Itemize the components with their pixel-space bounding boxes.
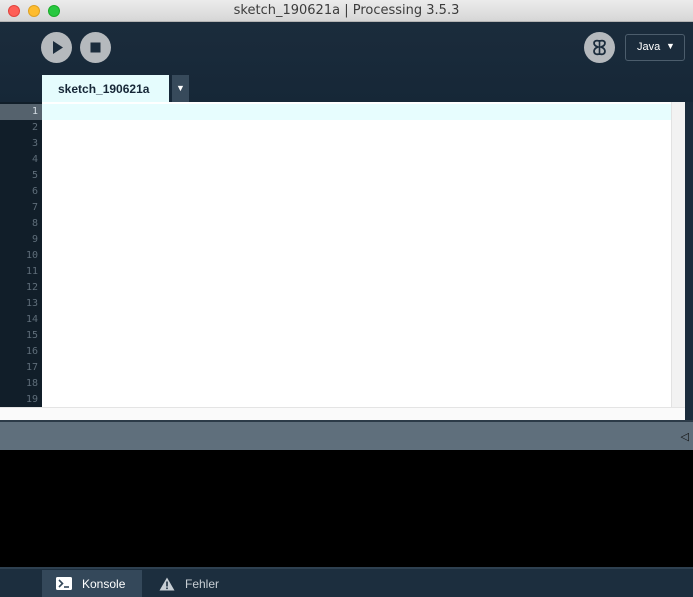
line-number: 15 <box>25 330 38 341</box>
line-number: 4 <box>31 154 38 165</box>
line-number: 10 <box>25 250 38 261</box>
chevron-down-icon: ▼ <box>666 41 675 51</box>
run-button[interactable] <box>41 32 72 63</box>
line-number: 14 <box>25 314 38 325</box>
terminal-icon <box>56 577 72 590</box>
collapse-console-icon[interactable]: ◁ <box>681 430 689 443</box>
tab-sketch[interactable]: sketch_190621a <box>42 75 169 102</box>
current-line-highlight <box>42 104 671 120</box>
debug-button[interactable] <box>584 32 615 63</box>
stop-icon <box>90 42 101 53</box>
line-number: 16 <box>25 346 38 357</box>
console-divider[interactable]: ◁ <box>0 420 693 450</box>
line-number-gutter: 1 2 3 4 5 6 7 8 9 10 11 12 13 14 15 16 17 18 19 <box>0 102 42 407</box>
butterfly-debugger-icon <box>593 39 606 56</box>
errors-tab-label: Fehler <box>185 577 220 591</box>
stop-button[interactable] <box>80 32 111 63</box>
line-number: 2 <box>31 122 38 133</box>
line-number: 6 <box>31 186 38 197</box>
line-number: 9 <box>31 234 38 245</box>
line-number: 12 <box>25 282 38 293</box>
line-number: 18 <box>25 378 38 389</box>
window-title: sketch_190621a | Processing 3.5.3 <box>233 3 460 18</box>
title-bar: sketch_190621a | Processing 3.5.3 <box>0 0 693 22</box>
tab-menu-button[interactable]: ▼ <box>172 75 189 102</box>
tab-errors[interactable]: Fehler <box>145 570 233 597</box>
line-number: 1 <box>31 106 38 117</box>
editor-right-edge <box>685 102 693 420</box>
play-icon <box>53 41 63 54</box>
mode-label: Java <box>637 41 661 53</box>
line-number: 11 <box>25 266 38 277</box>
horizontal-scrollbar[interactable] <box>0 407 685 420</box>
line-number: 7 <box>31 202 38 213</box>
tab-label: sketch_190621a <box>58 82 150 96</box>
footer-bar: Konsole Fehler <box>0 567 693 597</box>
line-number: 8 <box>31 218 38 229</box>
mode-selector[interactable]: Java ▼ <box>625 34 685 61</box>
tab-console[interactable]: Konsole <box>42 570 142 597</box>
console-tab-label: Konsole <box>82 577 126 591</box>
line-number: 13 <box>25 298 38 309</box>
line-number: 17 <box>25 362 38 373</box>
line-number: 5 <box>31 170 38 181</box>
console-area[interactable] <box>0 450 693 567</box>
line-number: 3 <box>31 138 38 149</box>
warning-icon <box>159 577 175 591</box>
vertical-scrollbar[interactable] <box>671 102 685 407</box>
code-editor[interactable] <box>42 102 671 407</box>
line-number: 19 <box>25 394 38 405</box>
